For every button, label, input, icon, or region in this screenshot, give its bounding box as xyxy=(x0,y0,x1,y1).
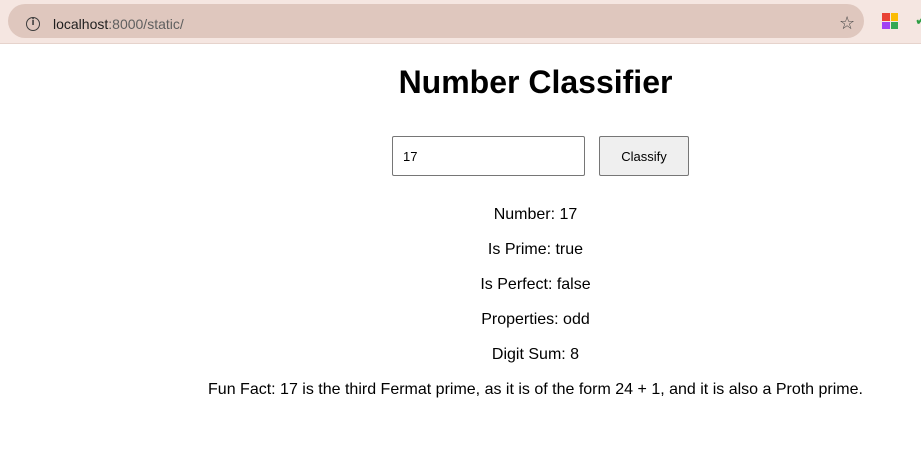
url-text[interactable]: localhost:8000/static/ xyxy=(53,16,184,32)
address-bar[interactable]: i localhost:8000/static/ ☆ xyxy=(8,4,864,38)
url-host: localhost xyxy=(53,16,109,32)
browser-toolbar: i localhost:8000/static/ ☆ ✔ xyxy=(0,0,921,44)
result-fun-fact: Fun Fact: 17 is the third Fermat prime, … xyxy=(208,381,863,398)
site-info-icon[interactable]: i xyxy=(26,17,40,31)
number-input[interactable] xyxy=(392,136,585,176)
extension-icon[interactable] xyxy=(882,13,898,29)
url-path: :8000/static/ xyxy=(108,16,184,32)
page-title: Number Classifier xyxy=(398,64,673,100)
classify-button[interactable]: Classify xyxy=(599,136,689,176)
bookmark-star-icon[interactable]: ☆ xyxy=(839,14,855,34)
extension-edge-icon[interactable]: ✔ xyxy=(915,14,921,28)
results-panel: Number: 17 Is Prime: true Is Perfect: fa… xyxy=(0,205,921,415)
result-digit-sum: Digit Sum: 8 xyxy=(491,346,580,363)
result-is-perfect: Is Perfect: false xyxy=(480,276,591,293)
result-is-prime: Is Prime: true xyxy=(487,241,584,258)
result-number: Number: 17 xyxy=(493,206,578,223)
result-properties: Properties: odd xyxy=(481,311,590,328)
